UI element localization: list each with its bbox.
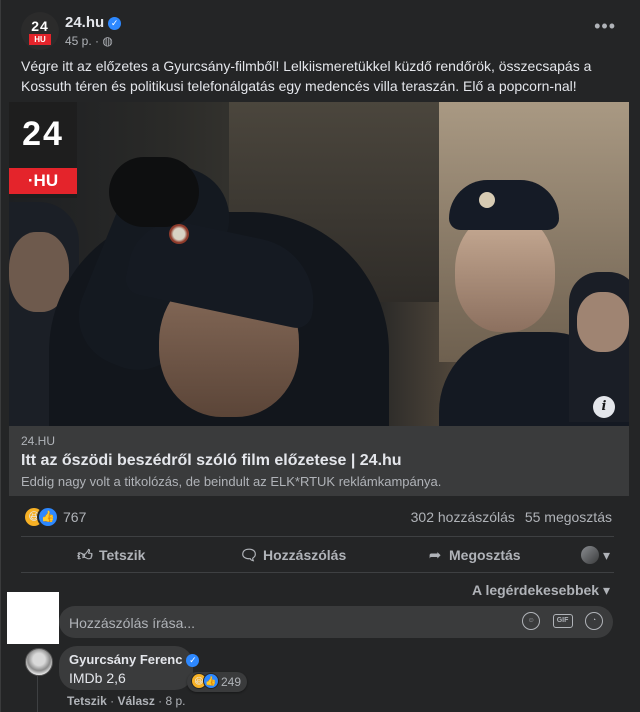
info-icon[interactable]: i [593,396,615,418]
comment-reaction-count: 249 [221,675,242,689]
comment-text: IMDb 2,6 [69,670,126,686]
image-glove [109,157,199,227]
post-header: 24 HU 24.hu ✓ 45 p. · ◍ ••• [21,12,620,52]
image-officer-right-head [577,292,629,352]
commenter-avatar[interactable] [25,648,53,676]
like-button[interactable]: 👍︎ Tetszik [75,540,145,570]
sticker-icon[interactable]: ◔ [585,612,603,630]
user-avatar-placeholder [7,592,59,644]
reaction-count[interactable]: 767 [63,509,86,525]
post-card: 24 HU 24.hu ✓ 45 p. · ◍ ••• Végre itt az … [0,0,640,712]
avatar-logo-badge: HU [29,34,51,45]
share-button[interactable]: ➦ Megosztás [425,540,521,570]
comment-time[interactable]: 8 p. [166,694,186,708]
like-emoji-icon: 👍 [203,673,219,689]
share-arrow-icon: ➦ [428,547,442,564]
globe-icon[interactable]: ◍ [102,34,112,48]
link-domain: 24.HU [21,434,56,448]
image-second-officer-head [455,212,555,332]
image-cap-badge [169,224,189,244]
link-preview[interactable]: 24.HU Itt az őszödi beszédről szóló film… [9,426,629,496]
comment-sort-dropdown[interactable]: A legérdekesebbek ▾ [472,582,610,599]
avatar-logo-number: 24 [31,18,49,34]
like-label: Tetszik [99,547,146,563]
gif-icon[interactable]: GIF [552,614,573,628]
comment-count[interactable]: 302 hozzászólás [411,509,515,525]
comment-author-row: Gyurcsány Ferenc ✓ [69,652,200,667]
post-time[interactable]: 45 p. [65,34,92,48]
speech-bubble-icon: 🗨︎ [239,547,259,564]
engagement-stats: 302 hozzászólás 55 megosztás [405,509,612,525]
more-options-button[interactable]: ••• [594,16,616,37]
brand-logo-number: 24 [22,115,64,153]
post-meta: 45 p. · ◍ [65,34,113,48]
chevron-down-icon: ▾ [602,582,610,598]
comment-thread-line [37,676,38,712]
profile-mini-avatar [581,546,600,564]
comment-bubble: Gyurcsány Ferenc ✓ IMDb 2,6 [59,646,200,690]
image-second-officer-cap [449,180,559,230]
verified-badge-icon: ✓ [108,17,122,30]
comment-input[interactable] [67,606,491,640]
brand-logo: 24 ·HU [9,102,77,198]
post-text: Végre itt az előzetes a Gyurcsány-filmbő… [21,58,592,94]
page-name[interactable]: 24.hu [65,14,104,31]
divider [21,572,614,573]
verified-badge-icon: ✓ [186,654,200,667]
composer-icons: ☺ GIF ◔ [514,612,603,632]
page-name-row: 24.hu ✓ [65,14,122,31]
comment-actions: Tetszik · Válasz · 8 p. [67,694,186,708]
share-count[interactable]: 55 megosztás [525,509,612,525]
link-title[interactable]: Itt az őszödi beszédről szóló film előze… [21,452,402,470]
emoji-icon[interactable]: ☺ [522,612,541,630]
comment-label: Hozzászólás [263,547,347,563]
comment-author[interactable]: Gyurcsány Ferenc [69,652,182,667]
post-image[interactable]: 24 ·HU i [9,102,629,426]
share-label: Megosztás [449,547,521,563]
divider [21,536,614,537]
page-avatar[interactable]: 24 HU [21,12,59,50]
comment-reactions[interactable]: 😆 👍 249 [187,672,248,692]
action-bar: 👍︎ Tetszik 🗨︎ Hozzászólás ➦ Megosztás ▾ [21,540,614,570]
reaction-identity-selector[interactable]: ▾ [581,540,610,570]
comment-reply-link[interactable]: Válasz [117,694,154,708]
link-description: Eddig nagy volt a titkolózás, de beindul… [21,474,442,489]
brand-logo-badge: ·HU [9,168,77,194]
thumbs-up-icon: 👍︎ [77,547,93,564]
comment-composer[interactable]: ☺ GIF ◔ [59,606,613,640]
sort-label: A legérdekesebbek [471,582,600,598]
comment-like-link[interactable]: Tetszik [67,694,107,708]
like-emoji-icon: 👍 [37,506,59,528]
image-second-cap-badge [479,192,495,208]
comment-button[interactable]: 🗨︎ Hozzászólás [239,540,346,570]
chevron-down-icon: ▾ [602,547,610,563]
